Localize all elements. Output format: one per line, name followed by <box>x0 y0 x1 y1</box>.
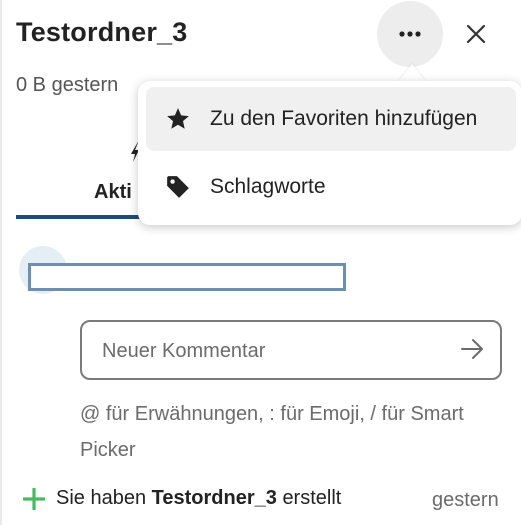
activity-time: gestern <box>432 489 499 511</box>
menu-item-add-favorite[interactable]: Zu den Favoriten hinzufügen <box>146 87 516 151</box>
file-title: Testordner_3 <box>16 17 188 47</box>
comment-hint: @ für Erwähnungen, : für Emoji, / für Sm… <box>80 403 464 461</box>
sidebar-edge <box>0 0 2 525</box>
active-tab-indicator <box>16 215 156 219</box>
menu-item-label: Zu den Favoriten hinzufügen <box>210 107 478 130</box>
plus-icon <box>23 488 45 510</box>
menu-item-label: Schlagworte <box>210 175 326 198</box>
comment-input[interactable] <box>100 334 444 368</box>
tab-activity[interactable]: Akti <box>94 181 132 204</box>
user-name-placeholder <box>28 263 346 291</box>
activity-suffix: erstellt <box>282 487 342 509</box>
actions-menu: Zu den Favoriten hinzufügen Schlagworte <box>138 81 521 225</box>
close-button[interactable] <box>456 14 496 54</box>
comment-field[interactable] <box>80 320 502 380</box>
activity-object: Testordner_3 <box>151 487 277 509</box>
close-icon <box>466 24 486 44</box>
menu-pointer <box>398 64 426 82</box>
activity-prefix: Sie haben <box>56 487 147 509</box>
menu-item-tags[interactable]: Schlagworte <box>146 155 516 219</box>
star-icon <box>158 106 198 132</box>
more-horizontal-icon <box>399 31 421 37</box>
file-subtitle: 0 B gestern <box>16 74 119 96</box>
activity-entry: Sie haben Testordner_3 erstellt <box>56 487 341 510</box>
send-arrow-icon[interactable] <box>458 334 486 364</box>
tag-icon <box>158 174 198 200</box>
more-actions-button[interactable] <box>377 1 443 67</box>
